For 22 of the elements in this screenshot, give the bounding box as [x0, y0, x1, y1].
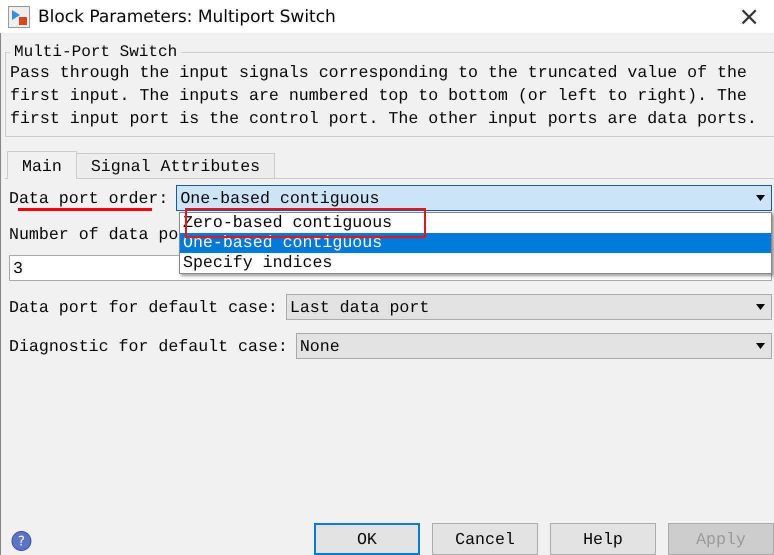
dialog-button[interactable]: OK [314, 523, 420, 555]
caret-icon [756, 343, 765, 349]
caret-icon [756, 304, 765, 310]
dropdown[interactable]: One-based contiguous [176, 185, 772, 211]
field-label: Diagnostic for default case: [9, 336, 288, 356]
caret-icon [756, 195, 765, 201]
block-icon [8, 6, 30, 28]
dropdown[interactable]: Last data port [286, 294, 772, 320]
group-title: Multi-Port Switch [13, 43, 178, 61]
field-label: Number of data po [9, 224, 178, 244]
dropdown-option[interactable]: Specify indices [180, 253, 771, 273]
tab[interactable]: Main [7, 151, 77, 179]
dialog-button[interactable]: Cancel [432, 523, 538, 555]
field-label: Data port for default case: [9, 298, 278, 316]
window-title: Block Parameters: Multiport Switch [38, 6, 337, 26]
field-label: Data port order: [9, 188, 168, 208]
dropdown[interactable]: None [296, 333, 772, 359]
dialog-button[interactable]: Help [550, 523, 656, 555]
close-button[interactable]: × [732, 2, 766, 32]
description: Pass through the input signals corresponding to the truncated value of the first input. The inputs are numbered top to bottom (or left to right). The first input port is the control port. The other input ports are data ports. [10, 62, 758, 130]
tab[interactable]: Signal Attributes [76, 153, 276, 178]
help-icon[interactable]: ? [11, 530, 32, 552]
